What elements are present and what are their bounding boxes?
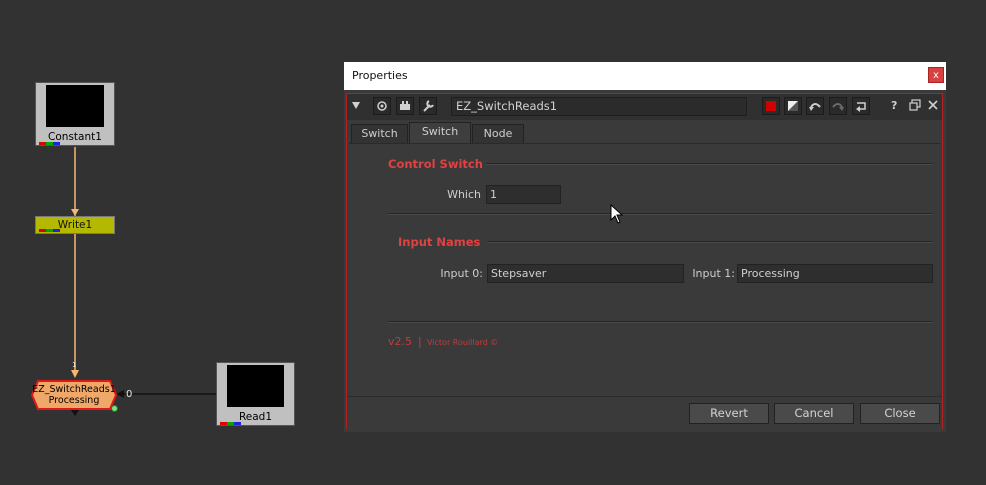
panel-toolbar: EZ_SwitchReads1 ? xyxy=(347,94,942,120)
mouse-cursor-icon xyxy=(610,204,624,224)
tab-switch-1[interactable]: Switch xyxy=(351,124,408,143)
switch-node-subtitle: Processing xyxy=(48,395,100,406)
constant1-node[interactable]: Constant1 xyxy=(35,82,115,146)
wrench-icon[interactable] xyxy=(419,97,437,115)
properties-titlebar[interactable]: Properties x xyxy=(344,62,946,90)
tab-content: Control Switch Which 1 Input Names Input… xyxy=(349,143,940,396)
gradient-swatch-icon[interactable] xyxy=(784,97,802,115)
collapse-arrow-icon[interactable] xyxy=(351,100,361,113)
control-switch-title: Control Switch xyxy=(388,157,483,171)
version-label: v2.5 xyxy=(388,335,413,348)
switch-input-number: 0 xyxy=(126,389,133,400)
section-divider-1 xyxy=(388,213,933,215)
switch-input-number-top: 1 xyxy=(72,361,77,369)
panel-footer: Revert Cancel Close xyxy=(347,396,942,429)
read1-thumbnail xyxy=(227,365,284,407)
redo-icon[interactable] xyxy=(829,97,847,115)
revert-button[interactable]: Revert xyxy=(689,403,769,424)
properties-window: Properties x EZ_SwitchReads1 ? Switch Sw… xyxy=(344,62,946,432)
node-properties-panel: EZ_SwitchReads1 ? Switch Switch Node Con… xyxy=(346,93,943,429)
input1-field[interactable]: Processing xyxy=(737,264,933,283)
ez-switchreads1-node[interactable]: EZ_SwitchReads1 Processing xyxy=(30,380,118,410)
close-icon[interactable] xyxy=(927,99,939,114)
write1-node[interactable]: Write1 xyxy=(35,216,115,234)
input-names-title: Input Names xyxy=(398,235,481,249)
input0-label: Input 0: xyxy=(440,267,483,280)
cancel-button[interactable]: Cancel xyxy=(774,403,854,424)
write1-label: Write1 xyxy=(57,219,93,231)
properties-title: Properties xyxy=(352,69,408,82)
input1-label: Input 1: xyxy=(692,267,735,280)
revert-icon[interactable] xyxy=(852,97,870,115)
which-field[interactable]: 1 xyxy=(486,185,561,204)
constant1-thumbnail xyxy=(46,85,104,127)
read1-node[interactable]: Read1 xyxy=(216,362,295,426)
color-swatch-icon[interactable] xyxy=(762,97,780,115)
float-icon[interactable] xyxy=(909,99,921,114)
help-icon[interactable]: ? xyxy=(891,99,897,112)
control-switch-divider xyxy=(486,163,933,165)
read1-channels xyxy=(220,422,241,425)
undo-icon[interactable] xyxy=(806,97,824,115)
section-divider-2 xyxy=(388,321,933,323)
constant1-channels xyxy=(39,142,60,145)
version-separator: | xyxy=(418,335,422,348)
node-name-field[interactable]: EZ_SwitchReads1 xyxy=(451,97,747,116)
input0-field[interactable]: Stepsaver xyxy=(487,264,684,283)
write1-channels xyxy=(39,229,60,232)
author-credit: Victor Rouillard © xyxy=(427,338,499,347)
tab-node[interactable]: Node xyxy=(472,124,524,143)
close-button[interactable]: Close xyxy=(860,403,940,424)
input-names-divider xyxy=(487,241,933,243)
which-label: Which xyxy=(447,188,481,201)
tab-switch-2[interactable]: Switch xyxy=(409,122,471,143)
center-node-icon[interactable] xyxy=(373,97,391,115)
window-close-button[interactable]: x xyxy=(928,67,944,83)
switch-output-dot xyxy=(111,405,118,412)
switch-node-label: EZ_SwitchReads1 xyxy=(32,384,116,395)
input-node-icon[interactable] xyxy=(396,97,414,115)
